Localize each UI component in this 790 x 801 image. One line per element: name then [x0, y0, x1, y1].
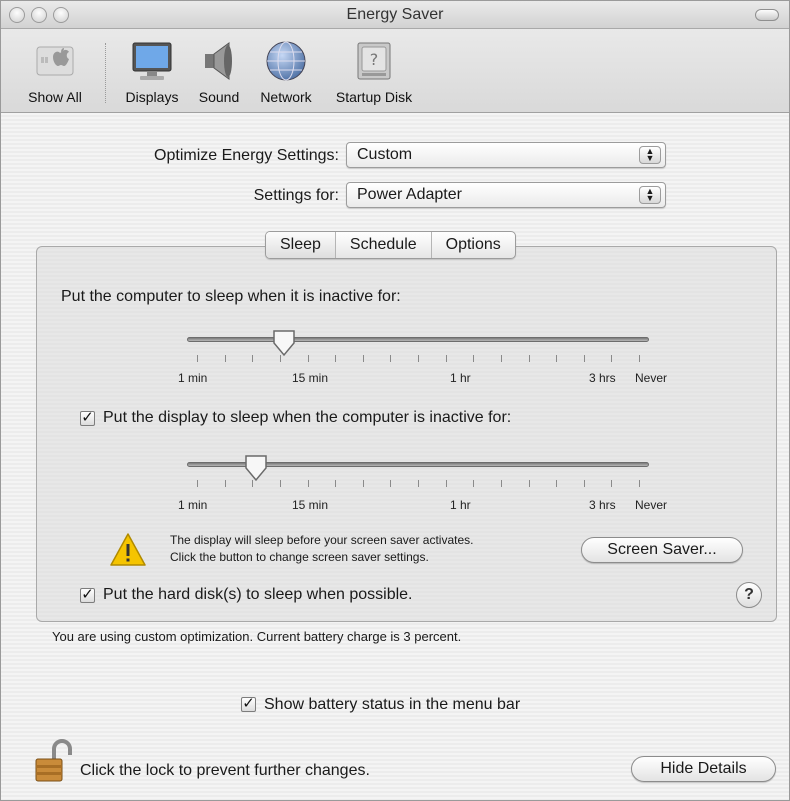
toolbar-sound-label: Sound [198, 89, 240, 105]
apple-icon [33, 39, 77, 83]
svg-text:?: ? [370, 50, 379, 69]
slider-tick [584, 480, 585, 487]
display-sleep-label: Put the display to sleep when the comput… [103, 409, 512, 426]
computer-sleep-label: Put the computer to sleep when it is ina… [61, 288, 401, 305]
slider-tick [225, 355, 226, 362]
slider-tick [446, 355, 447, 362]
optimize-popup[interactable]: Custom ▲ ▼ [346, 142, 666, 168]
slider-tick [252, 355, 253, 362]
help-button[interactable]: ? [736, 582, 762, 608]
optimize-popup-value: Custom [357, 146, 413, 163]
warning-icon [110, 533, 146, 566]
tab-sleep[interactable]: Sleep [266, 232, 336, 258]
slider-tick [335, 480, 336, 487]
tick-label-1hr: 1 hr [450, 498, 471, 512]
tick-label-3hrs: 3 hrs [589, 371, 616, 385]
tick-label-1hr: 1 hr [450, 371, 471, 385]
hide-details-button[interactable]: Hide Details [631, 756, 776, 782]
tab-options[interactable]: Options [432, 232, 515, 258]
computer-sleep-slider[interactable] [187, 327, 649, 367]
slider-tick [446, 480, 447, 487]
hard-disk-icon: ? [352, 39, 396, 83]
toolbar-displays-label: Displays [125, 89, 179, 105]
toolbar-startup-disk-label: Startup Disk [335, 89, 413, 105]
slider-tick [197, 355, 198, 362]
slider-tick [225, 480, 226, 487]
toolbar-network-label: Network [260, 89, 312, 105]
slider-tick [556, 355, 557, 362]
speaker-icon [197, 39, 241, 83]
toolbar-show-all-label: Show All [28, 89, 82, 105]
slider-thumb[interactable] [272, 329, 296, 357]
title-bar: Energy Saver [1, 1, 789, 29]
slider-tick [197, 480, 198, 487]
battery-status-checkbox[interactable]: ✓ [241, 696, 256, 712]
slider-tick [473, 355, 474, 362]
screen-saver-button[interactable]: Screen Saver... [581, 537, 743, 563]
slider-tick [308, 355, 309, 362]
window-title: Energy Saver [346, 6, 444, 23]
battery-status-label: Show battery status in the menu bar [264, 696, 521, 713]
settings-for-label: Settings for: [253, 187, 339, 204]
tick-label-15min: 15 min [292, 498, 329, 512]
slider-tick [611, 355, 612, 362]
slider-thumb[interactable] [244, 454, 268, 482]
slider-tick [308, 480, 309, 487]
slider-tick [501, 355, 502, 362]
optimization-status-text: You are using custom optimization. Curre… [52, 629, 462, 644]
tab-schedule[interactable]: Schedule [336, 232, 432, 258]
tick-label-3hrs: 3 hrs [589, 498, 616, 512]
slider-tick [418, 355, 419, 362]
slider-tick [501, 480, 502, 487]
slider-tick [363, 355, 364, 362]
toolbar-network[interactable]: Network [252, 39, 320, 105]
tick-label-never: Never [635, 371, 668, 385]
hard-disk-sleep-label: Put the hard disk(s) to sleep when possi… [103, 586, 413, 603]
settings-for-popup-value: Power Adapter [357, 186, 462, 203]
slider-tick [584, 355, 585, 362]
toolbar-toggle-button[interactable] [755, 9, 779, 21]
energy-saver-window: Energy Saver Show All Displays Sound Net… [0, 0, 790, 801]
slider-tick [363, 480, 364, 487]
toolbar-show-all[interactable]: Show All [15, 39, 95, 105]
display-sleep-slider[interactable] [187, 452, 649, 492]
display-sleep-checkbox[interactable]: ✓ [80, 410, 95, 426]
slider-tick [639, 355, 640, 362]
slider-tick [639, 480, 640, 487]
toolbar-startup-disk[interactable]: ? Startup Disk [328, 39, 420, 105]
hard-disk-sleep-checkbox[interactable]: ✓ [80, 587, 95, 603]
popup-arrows-icon: ▲ ▼ [639, 146, 661, 164]
tick-label-never: Never [635, 498, 668, 512]
slider-tick [335, 355, 336, 362]
slider-tick [529, 480, 530, 487]
tick-label-15min: 15 min [292, 371, 329, 385]
popup-arrows-icon: ▲ ▼ [639, 186, 661, 204]
toolbar-separator [105, 43, 106, 103]
display-icon [130, 39, 174, 83]
slider-tick [611, 480, 612, 487]
toolbar-sound[interactable]: Sound [191, 39, 247, 105]
tick-label-1min: 1 min [178, 371, 208, 385]
slider-tick [390, 355, 391, 362]
optimize-label: Optimize Energy Settings: [154, 147, 339, 164]
tab-bar: Sleep Schedule Options [265, 231, 516, 259]
toolbar: Show All Displays Sound Network ? Startu… [1, 29, 789, 113]
slider-ticks [187, 355, 649, 363]
settings-for-popup[interactable]: Power Adapter ▲ ▼ [346, 182, 666, 208]
toolbar-displays[interactable]: Displays [117, 39, 187, 105]
slider-tick [473, 480, 474, 487]
tick-label-1min: 1 min [178, 498, 208, 512]
slider-tick [529, 355, 530, 362]
slider-tick [390, 480, 391, 487]
slider-tick [418, 480, 419, 487]
lock-icon[interactable] [34, 739, 72, 785]
warning-line-1: The display will sleep before your scree… [170, 533, 474, 547]
slider-track [187, 337, 649, 342]
globe-icon [264, 39, 308, 83]
slider-tick [280, 480, 281, 487]
slider-tick [556, 480, 557, 487]
lock-text: Click the lock to prevent further change… [80, 762, 370, 779]
warning-line-2: Click the button to change screen saver … [170, 550, 429, 564]
